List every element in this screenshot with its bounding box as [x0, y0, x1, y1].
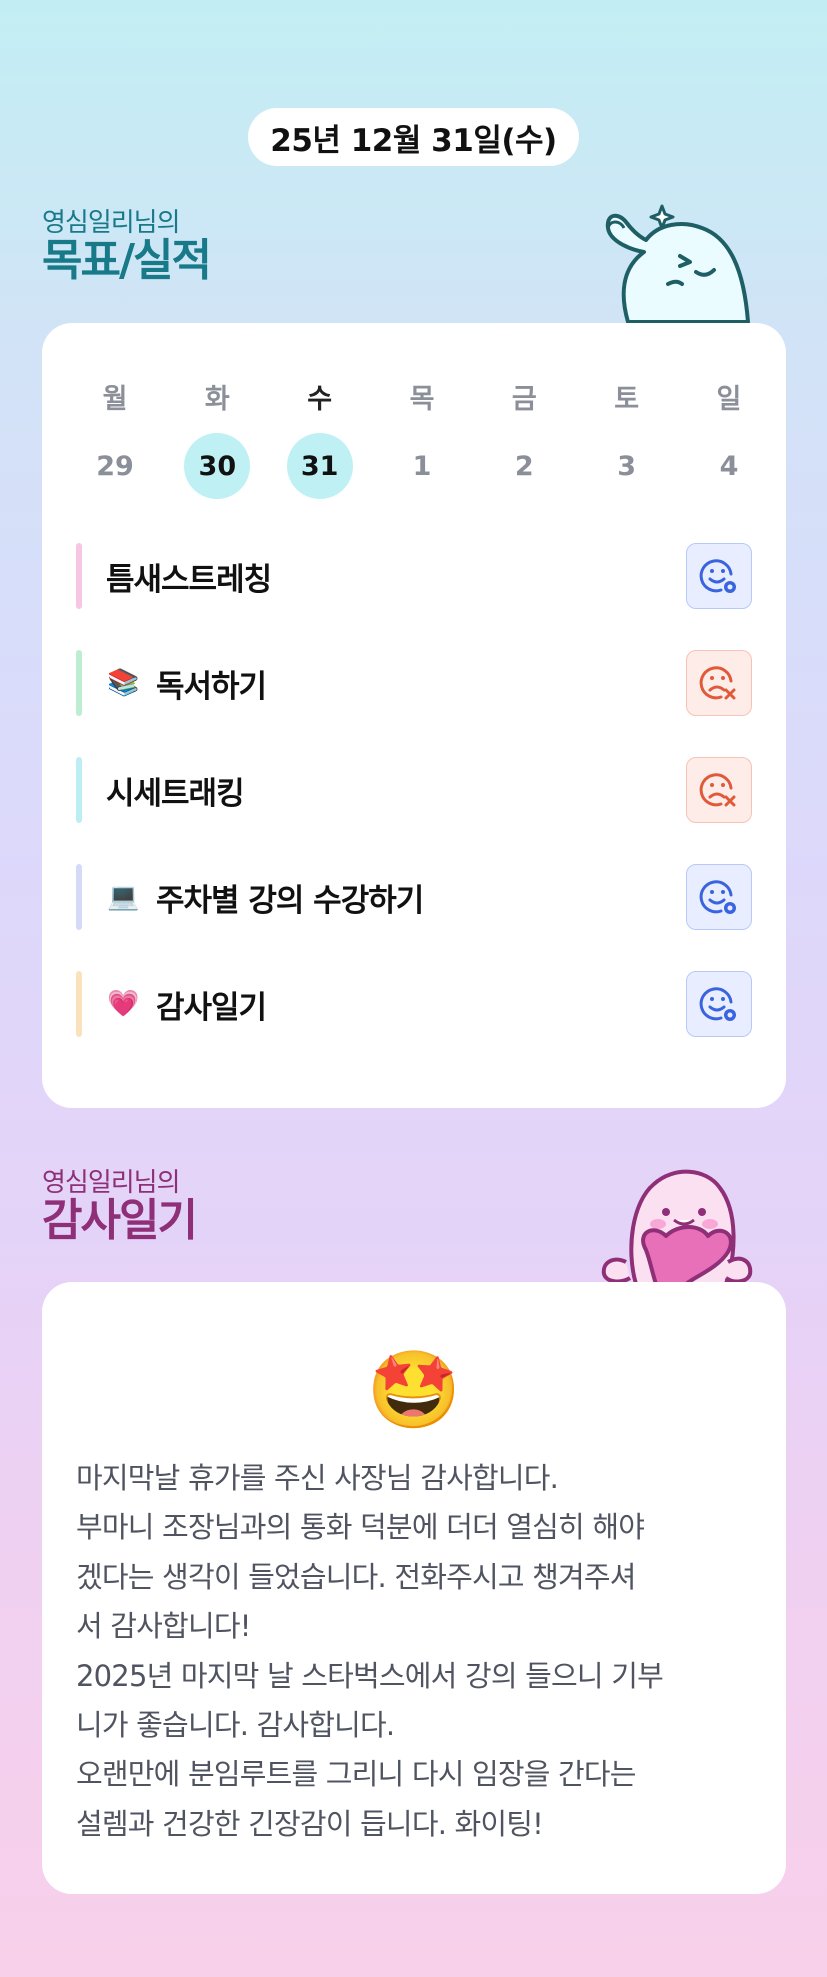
weekday-mon: 월: [102, 383, 128, 415]
goal-color-bar: [76, 971, 82, 1037]
goals-section-header: 영심일리님의 목표/실적: [42, 208, 212, 286]
mascot-cheer-illustration: [605, 204, 750, 324]
goal-item[interactable]: 시세트래킹: [76, 757, 752, 823]
goal-status-fail[interactable]: [686, 757, 752, 823]
journal-line: 부마니 조장님과의 통화 덕분에 더더 열심히 해야: [76, 1510, 645, 1545]
weekday-row: 월 화 수 목 금 토 일: [82, 363, 762, 429]
date-cell[interactable]: 4: [696, 433, 762, 499]
journal-section-title: 감사일기: [42, 1195, 198, 1246]
journal-line: 겠다는 생각이 들었습니다. 전화주시고 챙겨주셔: [76, 1559, 637, 1594]
date-cell-highlighted[interactable]: 31: [286, 433, 353, 499]
date-row: 29 30 31 1 2 3 4: [82, 433, 762, 499]
journal-section-subtitle: 영심일리님의: [42, 1168, 181, 1198]
goal-item[interactable]: 📚 독서하기: [76, 650, 752, 716]
date-cell[interactable]: 3: [594, 433, 660, 499]
goal-status-success[interactable]: [686, 971, 752, 1037]
weekday-wed: 수: [307, 383, 333, 415]
goal-label: 주차별 강의 수강하기: [156, 882, 424, 919]
goal-label: 감사일기: [156, 989, 267, 1026]
goal-item[interactable]: 💗 감사일기: [76, 971, 752, 1037]
books-emoji: 📚: [107, 668, 139, 698]
goals-section-title: 목표/실적: [42, 235, 212, 286]
journal-line: 설렘과 건강한 긴장감이 듭니다. 화이팅!: [76, 1806, 544, 1841]
goal-status-fail[interactable]: [686, 650, 752, 716]
smile-check-icon: [699, 880, 736, 914]
smile-check-icon: [699, 987, 736, 1021]
goals-section-subtitle: 영심일리님의: [42, 208, 181, 238]
goals-card: 월 화 수 목 금 토 일 29 30 31 1 2 3 4 틈새스트레칭 📚 …: [42, 323, 786, 1108]
journal-text: 마지막날 휴가를 주신 사장님 감사합니다. 부마니 조장님과의 통화 덕분에 …: [76, 1454, 756, 1849]
journal-card: 🤩 마지막날 휴가를 주신 사장님 감사합니다. 부마니 조장님과의 통화 덕분…: [42, 1282, 786, 1894]
weekday-sun: 일: [716, 383, 742, 415]
heart-emoji: 💗: [107, 989, 139, 1019]
goal-item[interactable]: 틈새스트레칭: [76, 543, 752, 609]
sad-x-icon: [699, 773, 736, 807]
goal-status-success[interactable]: [686, 864, 752, 930]
smile-check-icon: [699, 559, 736, 593]
weekday-fri: 금: [511, 383, 537, 415]
sad-x-icon: [699, 666, 736, 700]
journal-line: 서 감사합니다!: [76, 1609, 251, 1644]
laptop-emoji: 💻: [107, 882, 139, 912]
date-cell-highlighted[interactable]: 30: [184, 433, 251, 499]
journal-line: 마지막날 휴가를 주신 사장님 감사합니다.: [76, 1461, 559, 1495]
weekday-tue: 화: [204, 383, 230, 415]
date-cell[interactable]: 29: [82, 433, 148, 499]
journal-line: 2025년 마지막 날 스타벅스에서 강의 들으니 기부: [76, 1658, 664, 1693]
goal-status-success[interactable]: [686, 543, 752, 609]
goal-color-bar: [76, 543, 82, 609]
weekday-thu: 목: [409, 383, 435, 415]
goal-item[interactable]: 💻 주차별 강의 수강하기: [76, 864, 752, 930]
goal-color-bar: [76, 864, 82, 930]
goal-label: 틈새스트레칭: [106, 561, 272, 598]
goal-label: 독서하기: [156, 668, 267, 705]
goal-label: 시세트래킹: [106, 775, 245, 812]
date-cell[interactable]: 2: [491, 433, 557, 499]
date-cell[interactable]: 1: [389, 433, 455, 499]
journal-section-header: 영심일리님의 감사일기: [42, 1168, 198, 1246]
mood-emoji: 🤩: [366, 1345, 462, 1434]
journal-line: 니가 좋습니다. 감사합니다.: [76, 1708, 395, 1743]
weekday-sat: 토: [614, 383, 640, 415]
mascot-heart-illustration: [601, 1169, 753, 1284]
goal-color-bar: [76, 650, 82, 716]
journal-line: 오랜만에 분임루트를 그리니 다시 임장을 간다는: [76, 1757, 637, 1792]
date-pill: 25년 12월 31일(수): [248, 108, 579, 166]
goal-color-bar: [76, 757, 82, 823]
